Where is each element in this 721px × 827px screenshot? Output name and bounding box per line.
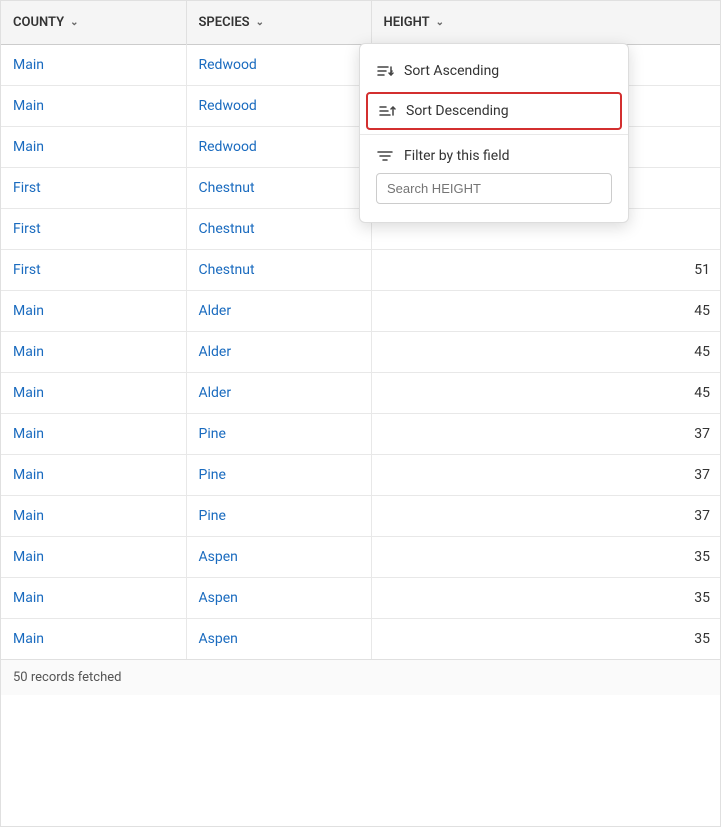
species-cell: Aspen [186, 537, 371, 578]
height-cell: 37 [371, 414, 721, 455]
county-cell: First [1, 168, 186, 209]
species-cell: Aspen [186, 619, 371, 660]
species-cell: Chestnut [186, 168, 371, 209]
table-row: MainPine37 [1, 455, 721, 496]
height-dropdown-menu: Sort Ascending Sort Descending [359, 43, 629, 223]
county-cell: Main [1, 578, 186, 619]
height-cell: 35 [371, 537, 721, 578]
table-header-row: COUNTY ⌄ SPECIES ⌄ HEIGHT ⌄ [1, 1, 721, 45]
county-cell: Main [1, 45, 186, 86]
species-chevron-icon: ⌄ [256, 17, 264, 28]
footer: 50 records fetched [1, 659, 720, 695]
height-label: HEIGHT [384, 15, 430, 30]
species-cell: Pine [186, 414, 371, 455]
sort-ascending-label: Sort Ascending [404, 63, 499, 79]
table-row: MainAlder45 [1, 332, 721, 373]
species-cell: Pine [186, 496, 371, 537]
species-label: SPECIES [199, 15, 250, 30]
sort-descending-icon [378, 102, 396, 120]
sort-ascending-option[interactable]: Sort Ascending [360, 52, 628, 90]
species-cell: Alder [186, 291, 371, 332]
county-cell: Main [1, 414, 186, 455]
records-fetched-label: 50 records fetched [13, 670, 122, 685]
sort-descending-label: Sort Descending [406, 103, 509, 119]
species-cell: Redwood [186, 86, 371, 127]
county-chevron-icon: ⌄ [70, 17, 78, 28]
height-cell: 45 [371, 373, 721, 414]
species-cell: Chestnut [186, 250, 371, 291]
county-cell: Main [1, 496, 186, 537]
height-cell: 37 [371, 455, 721, 496]
species-cell: Pine [186, 455, 371, 496]
table-row: MainAlder45 [1, 291, 721, 332]
filter-icon [376, 147, 394, 165]
search-height-input[interactable] [376, 173, 612, 204]
county-cell: Main [1, 127, 186, 168]
table-row: MainAspen35 [1, 578, 721, 619]
column-header-species[interactable]: SPECIES ⌄ [186, 1, 371, 45]
dropdown-divider [360, 134, 628, 135]
sort-ascending-icon [376, 62, 394, 80]
county-cell: Main [1, 619, 186, 660]
filter-section: Filter by this field [360, 139, 628, 214]
county-cell: Main [1, 537, 186, 578]
height-cell: 37 [371, 496, 721, 537]
species-cell: Alder [186, 373, 371, 414]
column-header-height[interactable]: HEIGHT ⌄ [371, 1, 721, 45]
table-row: MainAlder45 [1, 373, 721, 414]
table-row: MainAspen35 [1, 619, 721, 660]
sort-descending-option[interactable]: Sort Descending [366, 92, 622, 130]
county-cell: Main [1, 373, 186, 414]
table-row: MainPine37 [1, 496, 721, 537]
species-cell: Redwood [186, 45, 371, 86]
species-cell: Alder [186, 332, 371, 373]
county-cell: First [1, 250, 186, 291]
table-row: MainPine37 [1, 414, 721, 455]
county-cell: Main [1, 455, 186, 496]
filter-by-field-label: Filter by this field [404, 148, 510, 164]
table-row: MainAspen35 [1, 537, 721, 578]
height-cell: 45 [371, 291, 721, 332]
filter-label-row: Filter by this field [376, 147, 612, 165]
county-cell: Main [1, 332, 186, 373]
column-header-county[interactable]: COUNTY ⌄ [1, 1, 186, 45]
county-cell: First [1, 209, 186, 250]
county-label: COUNTY [13, 15, 64, 30]
species-cell: Chestnut [186, 209, 371, 250]
main-container: COUNTY ⌄ SPECIES ⌄ HEIGHT ⌄ [0, 0, 721, 827]
species-cell: Aspen [186, 578, 371, 619]
height-chevron-icon: ⌄ [436, 17, 444, 28]
height-cell: 35 [371, 578, 721, 619]
table-row: FirstChestnut51 [1, 250, 721, 291]
height-cell: 35 [371, 619, 721, 660]
county-cell: Main [1, 86, 186, 127]
species-cell: Redwood [186, 127, 371, 168]
height-cell: 45 [371, 332, 721, 373]
county-cell: Main [1, 291, 186, 332]
height-cell: 51 [371, 250, 721, 291]
